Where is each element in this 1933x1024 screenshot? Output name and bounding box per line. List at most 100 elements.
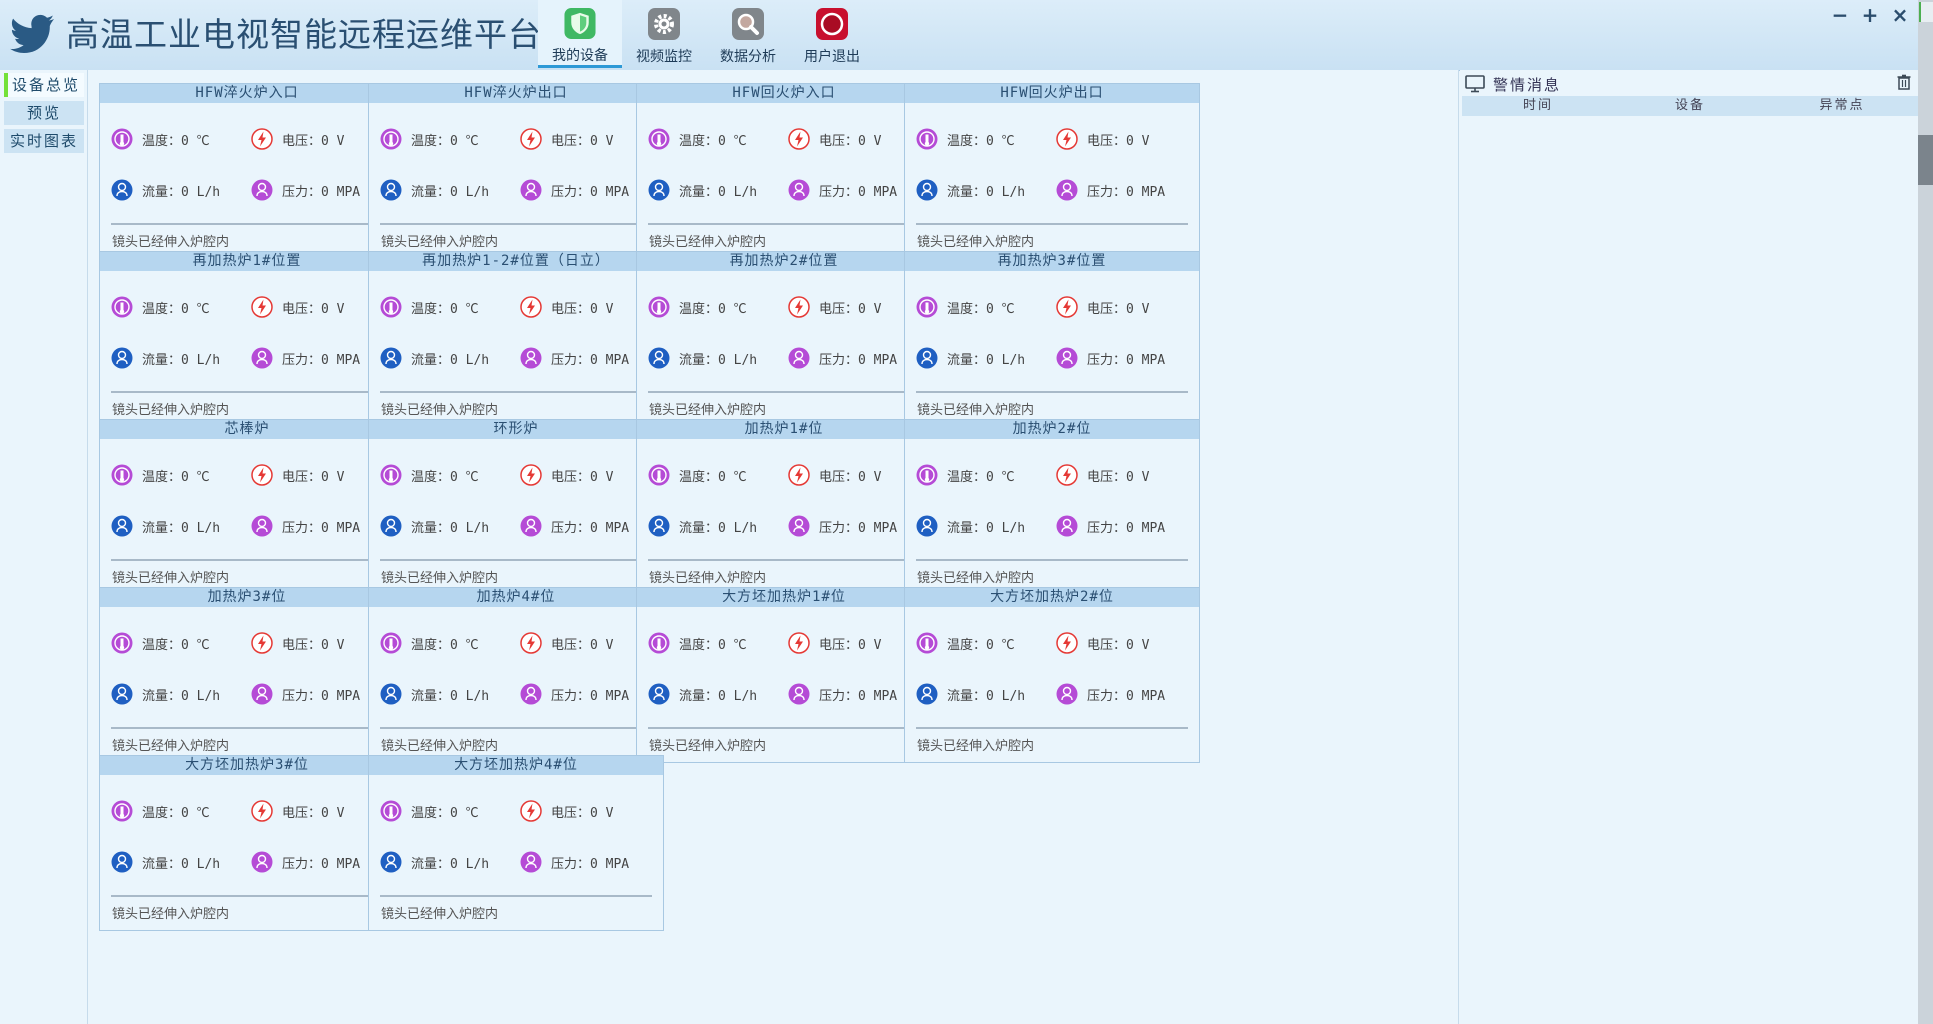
nav-video-monitoring[interactable]: 视频监控 (622, 0, 706, 68)
shield-icon (564, 7, 596, 40)
sidebar-item-preview[interactable]: 预览 (4, 101, 84, 125)
trash-icon[interactable] (1897, 74, 1911, 90)
pressure-value: 压力：0 MPA (819, 688, 898, 704)
device-card[interactable]: 大方坯加热炉3#位 温度：0 ℃ 电压：0 V 流量：0 L/h 压力：0 MP… (99, 755, 395, 931)
temperature-value: 温度：0 ℃ (142, 133, 210, 149)
device-card[interactable]: 加热炉4#位 温度：0 ℃ 电压：0 V 流量：0 L/h 压力：0 MPA 镜… (368, 587, 664, 763)
pressure-value: 压力：0 MPA (551, 856, 630, 872)
card-divider (916, 391, 1188, 393)
nav-user-logout[interactable]: 用户退出 (790, 0, 874, 68)
temperature-readout: 温度：0 ℃ (916, 296, 1015, 318)
pressure-value: 压力：0 MPA (1087, 688, 1166, 704)
flow-value: 流量：0 L/h (947, 688, 1026, 704)
pressure-readout: 压力：0 MPA (1056, 683, 1165, 705)
device-card[interactable]: 加热炉3#位 温度：0 ℃ 电压：0 V 流量：0 L/h 压力：0 MPA 镜… (99, 587, 395, 763)
temperature-readout: 温度：0 ℃ (111, 464, 210, 486)
device-card[interactable]: 再加热炉1#位置 温度：0 ℃ 电压：0 V 流量：0 L/h 压力：0 MPA… (99, 251, 395, 427)
temperature-value: 温度：0 ℃ (142, 301, 210, 317)
lens-status: 镜头已经伸入炉腔内 (649, 235, 767, 250)
lens-status: 镜头已经伸入炉腔内 (112, 235, 230, 250)
flow-readout: 流量：0 L/h (648, 515, 757, 537)
device-card[interactable]: HFW回火炉出口 温度：0 ℃ 电压：0 V 流量：0 L/h 压力：0 MPA… (904, 83, 1200, 259)
pressure-value: 压力：0 MPA (819, 184, 898, 200)
lens-status: 镜头已经伸入炉腔内 (381, 571, 499, 586)
thermometer-icon (380, 296, 402, 318)
device-card[interactable]: HFW回火炉入口 温度：0 ℃ 电压：0 V 流量：0 L/h 压力：0 MPA… (636, 83, 932, 259)
flow-value: 流量：0 L/h (411, 856, 490, 872)
flow-readout: 流量：0 L/h (380, 347, 489, 369)
lens-status: 镜头已经伸入炉腔内 (112, 739, 230, 754)
device-card[interactable]: 环形炉 温度：0 ℃ 电压：0 V 流量：0 L/h 压力：0 MPA 镜头已经… (368, 419, 664, 595)
voltage-value: 电压：0 V (282, 133, 345, 149)
nav-data-analysis[interactable]: 数据分析 (706, 0, 790, 68)
device-card[interactable]: 再加热炉1-2#位置（日立） 温度：0 ℃ 电压：0 V 流量：0 L/h 压力… (368, 251, 664, 427)
device-card[interactable]: 再加热炉3#位置 温度：0 ℃ 电压：0 V 流量：0 L/h 压力：0 MPA… (904, 251, 1200, 427)
device-name: 加热炉1#位 (637, 420, 931, 439)
nav-my-devices[interactable]: 我的设备 (538, 0, 622, 68)
lens-status: 镜头已经伸入炉腔内 (917, 571, 1035, 586)
pressure-gauge-icon (520, 347, 542, 369)
voltage-readout: 电压：0 V (251, 464, 344, 486)
thermometer-icon (380, 464, 402, 486)
flow-value: 流量：0 L/h (679, 688, 758, 704)
flow-readout: 流量：0 L/h (380, 179, 489, 201)
flow-value: 流量：0 L/h (142, 352, 221, 368)
power-icon (816, 8, 848, 40)
gear-icon (648, 8, 680, 40)
alert-table-header: 时间 设备 异常点 (1462, 96, 1918, 116)
temperature-value: 温度：0 ℃ (947, 133, 1015, 149)
card-divider (111, 727, 383, 729)
lightning-icon (520, 800, 542, 822)
lens-status: 镜头已经伸入炉腔内 (112, 907, 230, 922)
temperature-value: 温度：0 ℃ (411, 133, 479, 149)
device-name: 大方坯加热炉2#位 (905, 588, 1199, 607)
sidebar-item-device-overview[interactable]: 设备总览 (4, 73, 84, 97)
card-divider (111, 895, 383, 897)
device-card[interactable]: 芯棒炉 温度：0 ℃ 电压：0 V 流量：0 L/h 压力：0 MPA 镜头已经… (99, 419, 395, 595)
sidebar-item-realtime-chart[interactable]: 实时图表 (4, 129, 84, 153)
lightning-icon (1056, 128, 1078, 150)
maximize-button[interactable]: + (1860, 2, 1880, 28)
flow-meter-icon (111, 683, 133, 705)
device-card[interactable]: 加热炉2#位 温度：0 ℃ 电压：0 V 流量：0 L/h 压力：0 MPA 镜… (904, 419, 1200, 595)
flow-meter-icon (916, 179, 938, 201)
pressure-value: 压力：0 MPA (551, 184, 630, 200)
top-nav: 我的设备 视频监控 数据分析 用户退出 (538, 0, 874, 70)
device-card[interactable]: 大方坯加热炉1#位 温度：0 ℃ 电压：0 V 流量：0 L/h 压力：0 MP… (636, 587, 932, 763)
device-card[interactable]: 加热炉1#位 温度：0 ℃ 电压：0 V 流量：0 L/h 压力：0 MPA 镜… (636, 419, 932, 595)
lightning-icon (520, 296, 542, 318)
voltage-value: 电压：0 V (1087, 301, 1150, 317)
device-card[interactable]: HFW淬火炉出口 温度：0 ℃ 电压：0 V 流量：0 L/h 压力：0 MPA… (368, 83, 664, 259)
flow-readout: 流量：0 L/h (916, 683, 1025, 705)
device-card[interactable]: 大方坯加热炉2#位 温度：0 ℃ 电压：0 V 流量：0 L/h 压力：0 MP… (904, 587, 1200, 763)
pressure-readout: 压力：0 MPA (788, 347, 897, 369)
minimize-button[interactable]: − (1830, 2, 1850, 28)
flow-readout: 流量：0 L/h (648, 347, 757, 369)
pressure-value: 压力：0 MPA (282, 184, 361, 200)
alert-header: 警情消息 (1460, 72, 1918, 96)
lightning-icon (251, 296, 273, 318)
lightning-icon (788, 296, 810, 318)
device-card[interactable]: 大方坯加热炉4#位 温度：0 ℃ 电压：0 V 流量：0 L/h 压力：0 MP… (368, 755, 664, 931)
lightning-icon (251, 128, 273, 150)
device-card[interactable]: 再加热炉2#位置 温度：0 ℃ 电压：0 V 流量：0 L/h 压力：0 MPA… (636, 251, 932, 427)
pressure-value: 压力：0 MPA (282, 352, 361, 368)
temperature-readout: 温度：0 ℃ (380, 464, 479, 486)
voltage-readout: 电压：0 V (520, 464, 613, 486)
pressure-readout: 压力：0 MPA (520, 179, 629, 201)
card-divider (648, 223, 920, 225)
temperature-readout: 温度：0 ℃ (648, 128, 747, 150)
close-button[interactable]: × (1890, 2, 1910, 28)
lens-status: 镜头已经伸入炉腔内 (381, 907, 499, 922)
temperature-value: 温度：0 ℃ (411, 301, 479, 317)
voltage-value: 电压：0 V (819, 301, 882, 317)
pressure-value: 压力：0 MPA (282, 856, 361, 872)
temperature-readout: 温度：0 ℃ (111, 296, 210, 318)
thermometer-icon (648, 296, 670, 318)
temperature-readout: 温度：0 ℃ (380, 128, 479, 150)
temperature-value: 温度：0 ℃ (142, 805, 210, 821)
device-card[interactable]: HFW淬火炉入口 温度：0 ℃ 电压：0 V 流量：0 L/h 压力：0 MPA… (99, 83, 395, 259)
app-title: 高温工业电视智能远程运维平台 (66, 15, 542, 54)
flow-readout: 流量：0 L/h (648, 179, 757, 201)
pressure-readout: 压力：0 MPA (788, 179, 897, 201)
